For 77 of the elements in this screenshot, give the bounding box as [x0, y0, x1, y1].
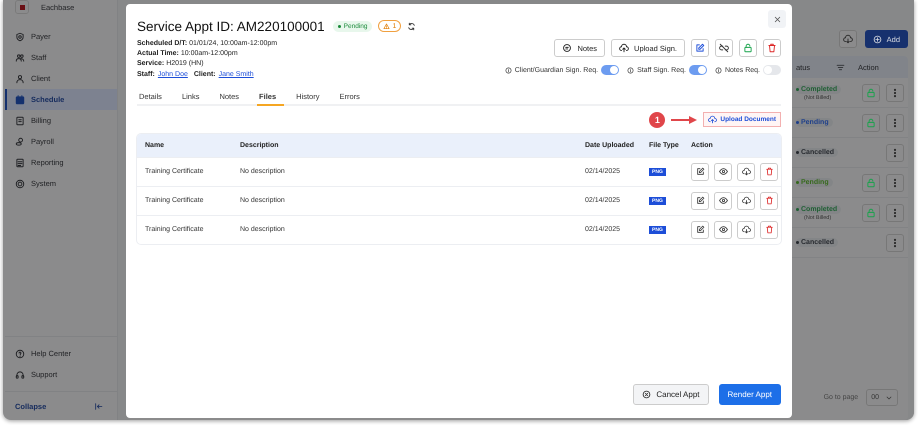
download-button[interactable]	[737, 162, 755, 181]
edit-button[interactable]	[691, 162, 709, 181]
filter-icon[interactable]	[836, 62, 845, 72]
eye-icon	[718, 196, 728, 206]
calendar-icon	[15, 94, 25, 104]
eye-icon	[718, 167, 728, 176]
more-button[interactable]	[886, 114, 904, 132]
view-button[interactable]	[714, 192, 732, 210]
trash-button[interactable]	[763, 39, 781, 57]
info-icon	[627, 66, 634, 74]
cloud-upload-icon	[708, 115, 718, 124]
cloud-download-icon	[742, 196, 750, 206]
view-button[interactable]	[714, 220, 732, 239]
cancel-icon	[642, 390, 652, 399]
unlock-button[interactable]	[739, 39, 757, 57]
close-button[interactable]	[768, 10, 786, 28]
refresh-icon[interactable]	[407, 22, 416, 30]
edit-icon	[696, 225, 704, 234]
unlink-icon	[719, 43, 729, 53]
render-appt-button[interactable]: Render Appt	[718, 384, 781, 405]
edit-icon	[696, 167, 704, 176]
edit-icon	[696, 196, 704, 206]
delete-button[interactable]	[760, 192, 778, 210]
view-button[interactable]	[714, 162, 732, 181]
warning-icon	[383, 22, 390, 30]
info-icon	[714, 66, 722, 74]
delete-button[interactable]	[760, 220, 778, 239]
notes-icon	[562, 43, 572, 53]
chevron-down-icon	[885, 394, 893, 402]
cloud-download-icon	[842, 34, 853, 44]
download-button[interactable]	[737, 192, 755, 210]
download-button[interactable]	[737, 220, 755, 239]
arrow-icon	[671, 116, 698, 124]
headset-icon	[15, 370, 25, 380]
edit-button[interactable]	[691, 192, 709, 210]
coins-icon	[15, 136, 25, 146]
edit-button[interactable]	[691, 39, 709, 57]
people-icon	[15, 52, 25, 62]
more-button[interactable]	[886, 144, 904, 162]
edit-icon	[695, 43, 705, 53]
trash-icon	[764, 225, 774, 234]
more-button[interactable]	[886, 204, 904, 222]
logo-icon	[15, 0, 29, 14]
toggle-switch[interactable]	[763, 65, 781, 75]
cancel-appt-button[interactable]: Cancel Appt	[633, 384, 709, 405]
trash-icon	[767, 43, 777, 53]
report-icon	[15, 158, 25, 168]
shield-icon	[15, 32, 25, 42]
unlock-icon	[866, 208, 876, 218]
cloud-download-icon	[742, 225, 750, 234]
edit-button[interactable]	[691, 220, 709, 239]
collapse-icon[interactable]	[94, 402, 103, 410]
unlock-icon	[866, 178, 876, 188]
close-icon	[772, 14, 782, 24]
toggle-switch[interactable]	[601, 65, 620, 75]
more-button[interactable]	[886, 84, 904, 102]
trash-icon	[764, 196, 774, 206]
dialog-title: Service Appt ID: AM220100001	[137, 18, 325, 34]
person-icon	[15, 74, 25, 84]
cloud-download-icon	[742, 167, 750, 176]
toggle-switch[interactable]	[688, 65, 707, 75]
cloud-upload-icon	[619, 43, 630, 53]
trash-icon	[764, 167, 774, 176]
unlock-icon	[743, 43, 753, 53]
plus-icon	[872, 34, 882, 44]
eye-icon	[718, 225, 728, 234]
more-button[interactable]	[886, 174, 904, 192]
unlock-icon	[866, 118, 876, 128]
help-icon	[15, 348, 25, 358]
more-button[interactable]	[886, 234, 904, 252]
delete-button[interactable]	[760, 162, 778, 181]
info-icon	[504, 66, 512, 74]
gear-icon	[15, 178, 25, 188]
step-marker: 1	[649, 112, 666, 128]
unlock-icon	[866, 88, 876, 98]
unlink-button[interactable]	[715, 39, 733, 57]
bill-icon	[15, 116, 25, 126]
